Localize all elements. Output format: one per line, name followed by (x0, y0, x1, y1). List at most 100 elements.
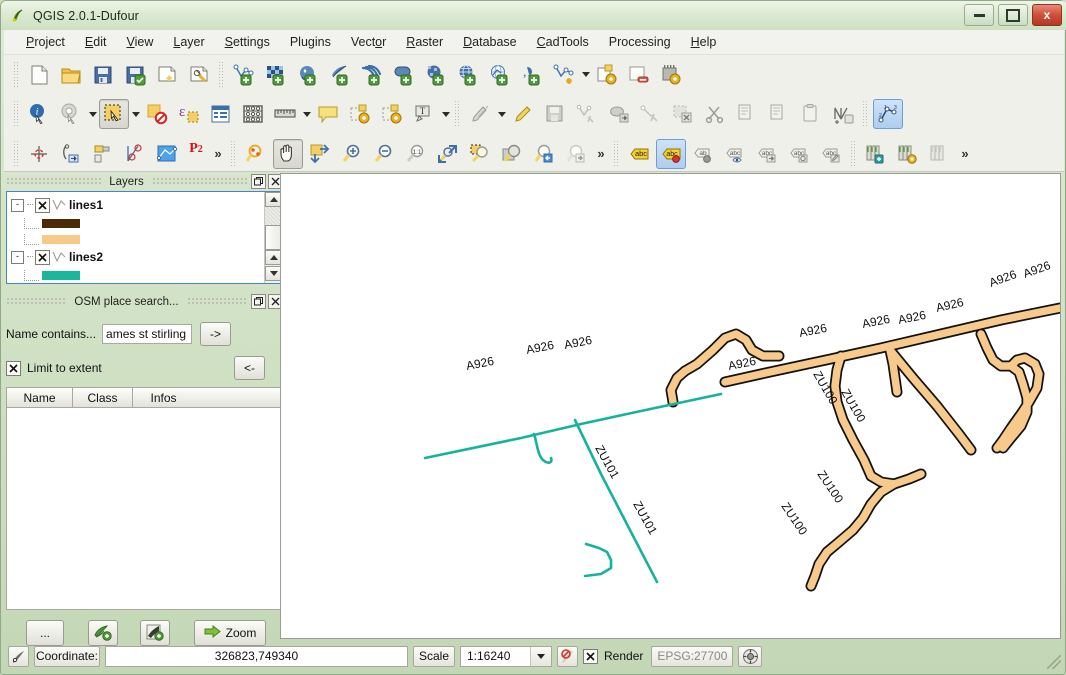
chevron-down-icon[interactable] (130, 101, 141, 127)
coordinate-value[interactable]: 326823,749340 (105, 645, 408, 667)
panel-drag-handle[interactable] (151, 177, 247, 186)
panel-drag-handle[interactable] (6, 297, 67, 306)
toolbar-grip[interactable] (13, 61, 20, 88)
add-oracle-layer-icon[interactable] (389, 60, 419, 90)
minimize-button[interactable] (964, 4, 994, 26)
name-search-input[interactable]: ames st stirling (102, 324, 193, 344)
zoom-to-layer-icon[interactable] (497, 139, 527, 169)
new-project-icon[interactable] (24, 60, 54, 90)
add-feature-icon[interactable] (572, 99, 602, 129)
menu-item-layer[interactable]: Layer (163, 32, 214, 52)
add-wcs-layer-icon[interactable] (453, 60, 483, 90)
remove-layer-icon[interactable] (624, 60, 654, 90)
zoom-out-icon[interactable] (369, 139, 399, 169)
measure-line-icon[interactable] (270, 99, 300, 129)
new-shapefile-layer-icon[interactable] (549, 60, 579, 90)
text-annotation-icon[interactable] (313, 99, 343, 129)
panel-drag-handle[interactable] (186, 297, 247, 306)
osm-panel-float-button[interactable] (251, 294, 266, 309)
zoom-to-selection-icon[interactable] (465, 139, 495, 169)
touch-zoom-icon[interactable] (241, 139, 271, 169)
toolbar-grip[interactable] (230, 140, 237, 167)
menu-item-database[interactable]: Database (453, 32, 527, 52)
menu-item-edit[interactable]: Edit (75, 32, 117, 52)
toolbar-overflow-cad[interactable]: » (209, 141, 227, 167)
change-label-icon[interactable]: abc (816, 139, 846, 169)
column-header-class[interactable]: Class (72, 387, 132, 408)
toolbar-grip[interactable] (850, 140, 857, 167)
cad-fillet-icon[interactable] (152, 139, 182, 169)
add-wfs-layer-icon[interactable] (485, 60, 515, 90)
expander-toggle[interactable]: - (11, 198, 24, 212)
form-annotation-icon[interactable]: T (409, 99, 439, 129)
menu-item-plugins[interactable]: Plugins (280, 32, 341, 52)
select-features-icon[interactable] (99, 99, 129, 129)
map-canvas[interactable]: A926 A926 A926 ZU101 ZU101 A926 A926 A92… (280, 173, 1061, 639)
select-by-expression-icon[interactable]: ε (174, 99, 204, 129)
menu-item-help[interactable]: Help (681, 32, 727, 52)
resize-grip[interactable] (1047, 655, 1061, 669)
menu-item-vector[interactable]: Vector (341, 32, 396, 52)
close-button[interactable]: x (1032, 4, 1062, 26)
chevron-down-icon[interactable] (87, 101, 98, 127)
paste-features-icon[interactable] (764, 99, 794, 129)
pan-to-selection-icon[interactable] (305, 139, 335, 169)
panel-drag-handle[interactable] (6, 177, 102, 186)
identify-features-icon[interactable]: i (24, 99, 54, 129)
pan-map-icon[interactable] (273, 138, 303, 169)
delete-selected-icon[interactable] (668, 99, 698, 129)
toolbar-grip[interactable] (13, 101, 20, 127)
layer-styling-icon[interactable] (656, 60, 686, 90)
menu-item-cadtools[interactable]: CadTools (527, 32, 599, 52)
move-label-icon[interactable]: abc (752, 139, 782, 169)
column-header-infos[interactable]: Infos (132, 387, 194, 408)
chevron-down-icon[interactable] (530, 646, 551, 666)
add-raster-layer-icon[interactable] (261, 60, 291, 90)
add-delimited-text-layer-icon[interactable]: , (517, 60, 547, 90)
open-project-icon[interactable] (56, 60, 86, 90)
chevron-down-icon[interactable] (496, 101, 507, 127)
label-icon[interactable]: abc (624, 139, 654, 169)
menu-item-raster[interactable]: Raster (396, 32, 453, 52)
layer-row[interactable]: - lines1 (7, 195, 282, 215)
render-checkbox[interactable] (583, 648, 598, 664)
node-tool-icon[interactable] (636, 99, 666, 129)
stop-render-icon[interactable] (557, 645, 578, 667)
chevron-down-icon[interactable] (440, 101, 451, 127)
plugin-manager-icon[interactable] (861, 139, 891, 169)
zoom-actual-size-icon[interactable]: 1:1 (401, 139, 431, 169)
deselect-features-icon[interactable] (142, 99, 172, 129)
layers-tree[interactable]: - lines1 - lines2 (6, 191, 283, 284)
pin-labels-icon[interactable]: abc (656, 138, 686, 169)
highlight-pinned-labels-icon[interactable]: abc (720, 139, 750, 169)
python-console-icon[interactable] (893, 139, 923, 169)
zoom-last-icon[interactable] (529, 139, 559, 169)
html-annotation-icon[interactable] (377, 99, 407, 129)
copy-features-icon[interactable] (732, 99, 762, 129)
zoom-full-icon[interactable] (433, 139, 463, 169)
toggle-editing-icon[interactable] (465, 99, 495, 129)
composer-manager-icon[interactable] (184, 60, 214, 90)
offset-curve-icon[interactable]: 12 3 (873, 99, 903, 129)
new-map-view-icon[interactable] (345, 99, 375, 129)
toggle-extents-icon[interactable] (8, 645, 29, 667)
map-tips-icon[interactable] (56, 99, 86, 129)
limit-to-extent-checkbox[interactable] (6, 360, 21, 376)
save-layer-edits-icon[interactable] (540, 99, 570, 129)
cad-offset-icon[interactable] (88, 139, 118, 169)
layer-row[interactable]: - lines2 (7, 247, 282, 267)
crs-status-label[interactable]: EPSG:27700 (651, 645, 734, 667)
toolbar-overflow-nav[interactable]: » (592, 141, 610, 167)
chevron-down-icon[interactable] (580, 62, 591, 88)
layers-panel-float-button[interactable] (251, 174, 266, 189)
cad-chamfer-icon[interactable] (120, 139, 150, 169)
cut-features-icon[interactable] (700, 99, 730, 129)
expander-toggle[interactable]: - (11, 250, 24, 264)
manage-plugins-icon[interactable] (925, 139, 955, 169)
new-print-composer-icon[interactable] (152, 60, 182, 90)
toolbar-overflow-plugins[interactable]: » (956, 141, 974, 167)
save-project-as-icon[interactable] (120, 60, 150, 90)
toolbar-grip[interactable] (613, 140, 620, 167)
merge-features-icon[interactable] (828, 99, 858, 129)
add-feature-pencil-icon[interactable] (508, 99, 538, 129)
